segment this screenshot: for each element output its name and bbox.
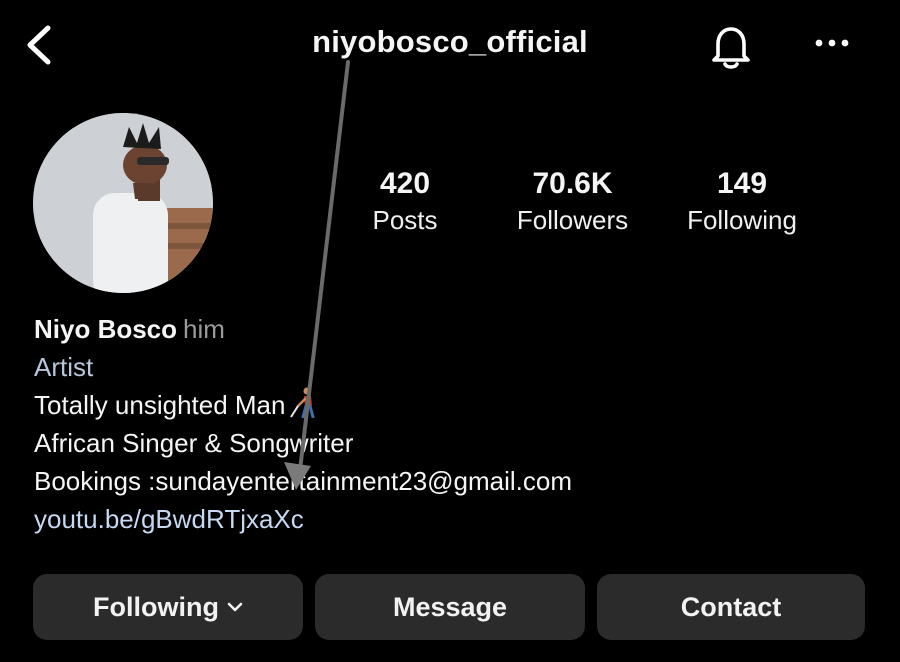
posts-stat[interactable]: 420 Posts [355, 166, 455, 238]
avatar-photo [33, 113, 213, 293]
following-button-label: Following [93, 591, 219, 622]
bio-line-1: Totally unsighted Man [34, 386, 572, 424]
posts-count: 420 [379, 167, 431, 200]
profile-username: niyobosco_official [312, 24, 588, 59]
profile-bio: Niyo Bosco him Artist Totally unsighted M… [34, 310, 572, 538]
followers-stat[interactable]: 70.6K Followers [500, 166, 645, 238]
followers-count: 70.6K [532, 167, 613, 200]
followers-label: Followers [516, 205, 629, 235]
bio-line-2: African Singer & Songwriter [34, 428, 354, 458]
message-button[interactable]: Message [315, 574, 585, 640]
posts-label: Posts [372, 205, 438, 235]
profile-category[interactable]: Artist [34, 348, 572, 386]
following-stat[interactable]: 149 Following [672, 166, 812, 238]
bio-name-line: Niyo Bosco him [34, 310, 572, 348]
message-button-label: Message [392, 591, 508, 622]
following-button[interactable]: Following [33, 574, 303, 640]
more-horizontal-icon[interactable] [812, 30, 852, 56]
bio-link[interactable]: youtu.be/gBwdRTjxaXc [34, 500, 572, 538]
contact-button-label: Contact [680, 591, 782, 622]
following-count: 149 [716, 167, 768, 200]
bio-line-1-text: Totally unsighted Man [34, 390, 286, 420]
person-with-white-cane-icon [290, 387, 315, 418]
profile-avatar[interactable] [33, 113, 213, 293]
bell-icon[interactable] [708, 22, 754, 70]
chevron-down-icon [227, 602, 243, 612]
display-name: Niyo Bosco [34, 314, 178, 344]
profile-header: niyobosco_official [0, 0, 900, 90]
contact-button[interactable]: Contact [597, 574, 865, 640]
following-label: Following [687, 205, 797, 235]
pronouns: him [183, 314, 225, 344]
bio-line-3: Bookings :sundayentertainment23@gmail.co… [34, 466, 573, 496]
